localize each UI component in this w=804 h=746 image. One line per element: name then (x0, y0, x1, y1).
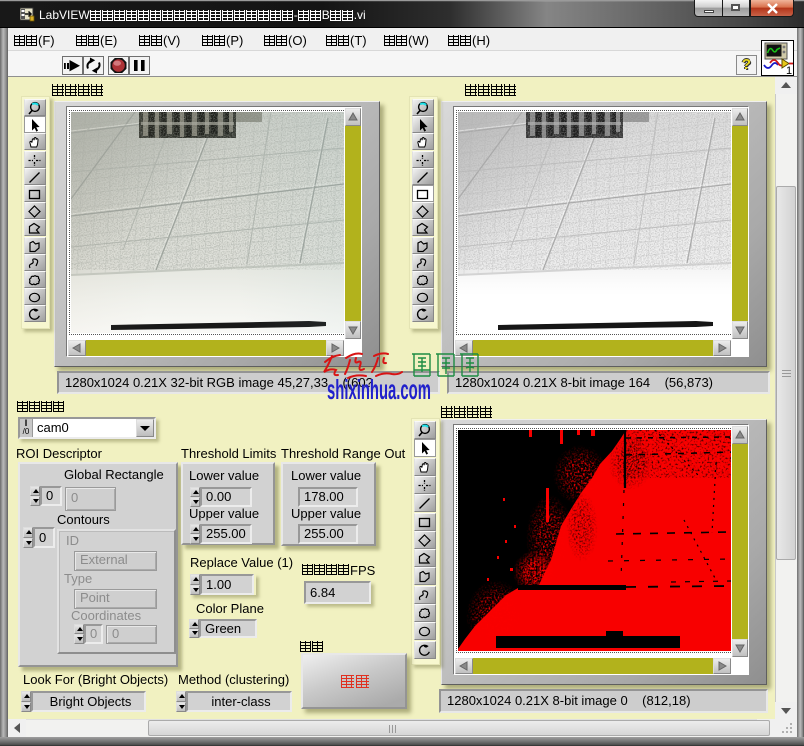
svg-text:1: 1 (786, 65, 792, 75)
